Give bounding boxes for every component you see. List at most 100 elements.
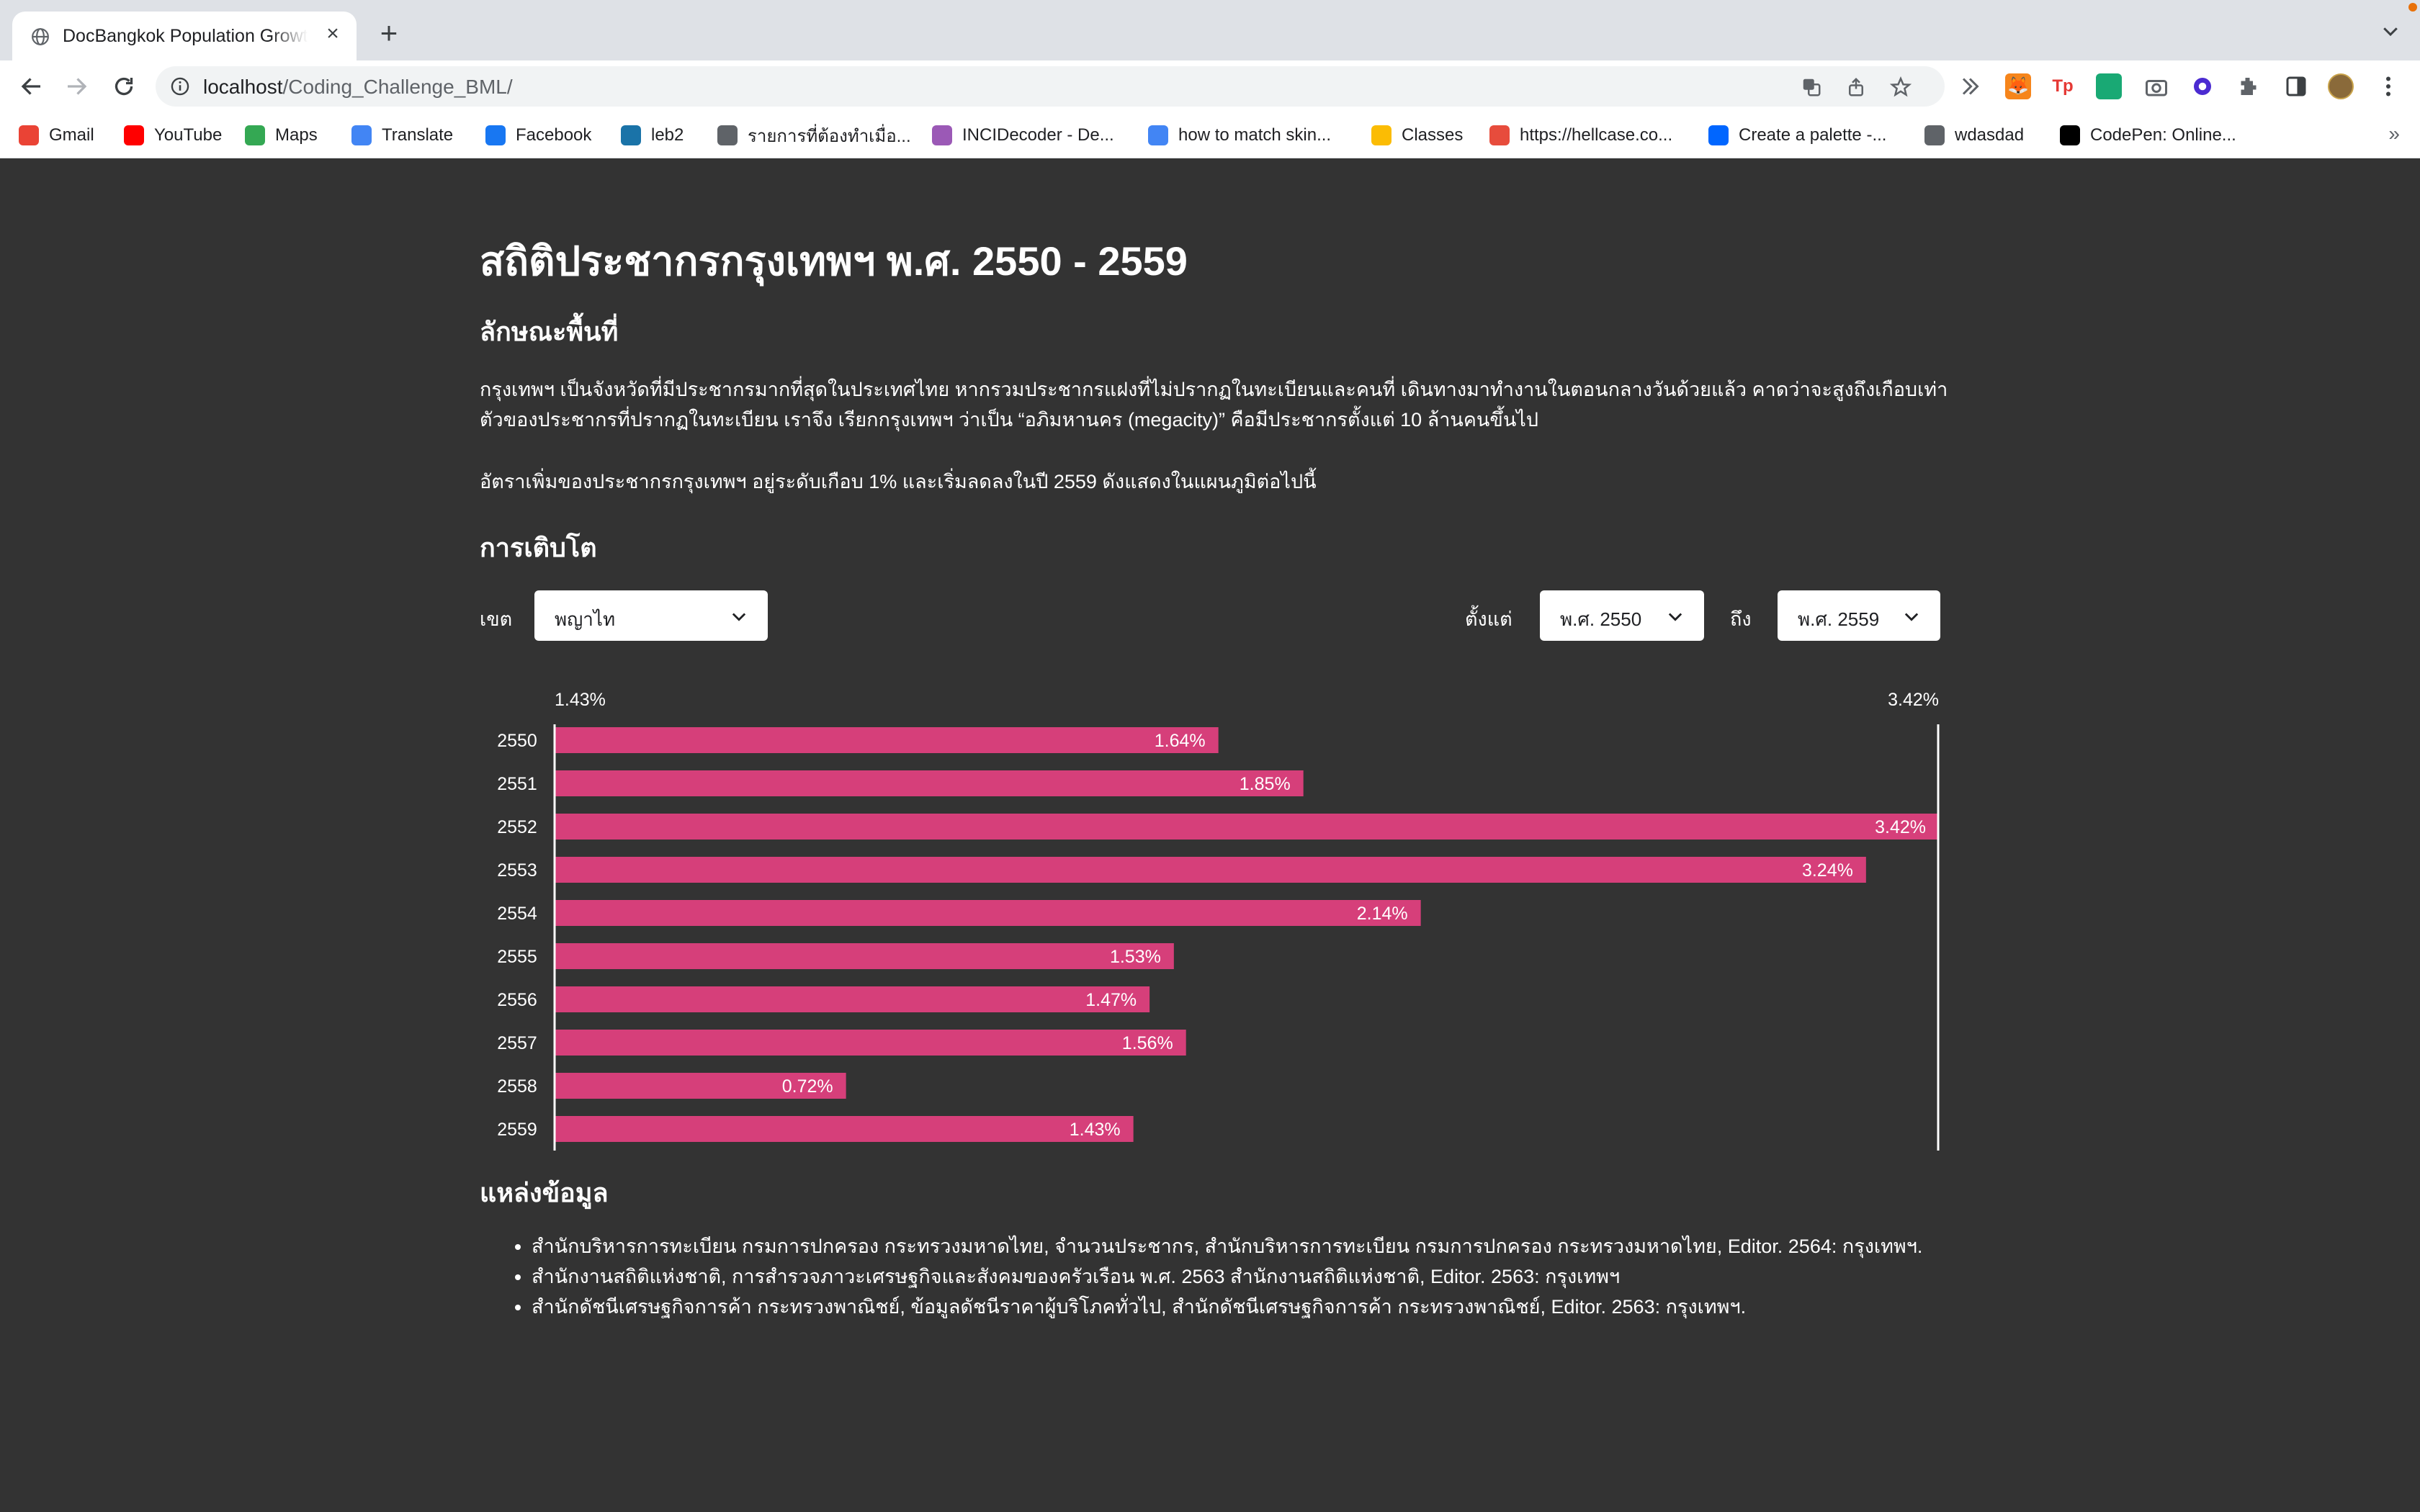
district-label: เขต — [480, 608, 513, 630]
bookmark-item[interactable]: Facebook — [485, 122, 591, 148]
page-content: สถิติประชากรกรุงเทพฯ พ.ศ. 2550 - 2559 ลั… — [0, 158, 2420, 1512]
share-icon[interactable] — [1845, 76, 1867, 98]
year-label: 2553 — [497, 860, 537, 881]
hellcase-icon — [1489, 125, 1510, 145]
bookmarks-bar: Gmail YouTube Maps Translate Facebook leb2 ราย… — [0, 112, 2420, 158]
classroom-icon — [1371, 125, 1392, 145]
page-title: สถิติประชากรกรุงเทพฯ พ.ศ. 2550 - 2559 — [480, 238, 1188, 284]
source-item: สำนักบริหารการทะเบียน กรมการปกครอง กระทร… — [532, 1231, 1940, 1261]
tp-extension-icon[interactable]: Tp — [2050, 73, 2076, 99]
area-heading: ลักษณะพื้นที่ — [480, 317, 619, 346]
mail-extension-icon[interactable] — [2096, 73, 2122, 99]
extension-arrows-icon[interactable] — [1959, 73, 1985, 99]
sources-list: สำนักบริหารการทะเบียน กรมการปกครอง กระทร… — [480, 1231, 1940, 1322]
year-label: 2550 — [497, 731, 537, 751]
active-tab[interactable]: DocBangkok Population Growth × — [12, 12, 357, 60]
from-label: ตั้งแต่ — [1465, 608, 1512, 630]
close-tab-icon[interactable]: × — [322, 23, 344, 45]
site-info-icon[interactable] — [170, 76, 190, 96]
to-year-value: พ.ศ. 2559 — [1798, 608, 1880, 630]
leb2-icon — [621, 125, 641, 145]
bar-value-label: 1.85% — [1240, 774, 1291, 794]
district-select[interactable]: พญาไท — [534, 590, 768, 641]
translate-icon — [351, 125, 372, 145]
axis-max-label: 3.42% — [1888, 690, 1939, 710]
bar-value-label: 1.53% — [1110, 947, 1161, 967]
year-label: 2551 — [497, 774, 537, 794]
forward-arrow-icon[interactable] — [63, 73, 89, 99]
bar — [555, 814, 1939, 840]
bookmark-item[interactable]: https://hellcase.co... — [1489, 122, 1672, 148]
axis-min-label: 1.43% — [555, 690, 606, 710]
bookmark-label: INCIDecoder - De... — [962, 125, 1114, 145]
bar — [555, 770, 1304, 796]
bookmark-item[interactable]: wdasdad — [1924, 122, 2024, 148]
more-menu-icon[interactable] — [2375, 73, 2401, 99]
bookmark-label: YouTube — [154, 125, 223, 145]
bookmark-item[interactable]: leb2 — [621, 122, 684, 148]
bookmark-item[interactable]: Create a palette -... — [1708, 122, 1886, 148]
bookmark-item[interactable]: YouTube — [124, 122, 222, 148]
bookmark-label: Maps — [275, 125, 318, 145]
bookmark-label: Translate — [382, 125, 454, 145]
year-label: 2558 — [497, 1076, 537, 1097]
bar — [555, 727, 1219, 753]
bar-value-label: 0.72% — [782, 1076, 833, 1097]
to-year-select[interactable]: พ.ศ. 2559 — [1778, 590, 1940, 641]
address-bar[interactable]: localhost/Coding_Challenge_BML/ — [156, 66, 1945, 107]
google-icon — [1148, 125, 1168, 145]
bookmark-label: leb2 — [651, 125, 684, 145]
translate-page-icon[interactable] — [1801, 76, 1822, 98]
tab-title: DocBangkok Population Growth — [63, 26, 308, 46]
tab-search-chevron-icon[interactable] — [2380, 20, 2401, 42]
from-year-select[interactable]: พ.ศ. 2550 — [1540, 590, 1704, 641]
bookmarks-overflow-icon[interactable]: » — [2388, 122, 2400, 145]
codepen-icon — [2060, 125, 2080, 145]
bar — [555, 900, 1421, 926]
puzzle-extensions-icon[interactable] — [2236, 73, 2262, 99]
year-label: 2559 — [497, 1120, 537, 1140]
facebook-icon — [485, 125, 506, 145]
side-panel-icon[interactable] — [2283, 73, 2309, 99]
camera-icon[interactable] — [2143, 73, 2169, 99]
bookmark-label: Facebook — [516, 125, 592, 145]
bookmark-label: Classes — [1402, 125, 1464, 145]
bar — [555, 1116, 1134, 1142]
bookmark-label: Create a palette -... — [1739, 125, 1887, 145]
notification-dot-icon — [2408, 3, 2417, 12]
maps-icon — [245, 125, 265, 145]
bookmark-star-icon[interactable] — [1890, 76, 1912, 98]
bookmark-item[interactable]: CodePen: Online... — [2060, 122, 2236, 148]
bar-value-label: 3.24% — [1802, 860, 1853, 881]
metamask-icon[interactable]: 🦊 — [2005, 73, 2031, 99]
bookmark-item[interactable]: Classes — [1371, 122, 1463, 148]
bar-value-label: 2.14% — [1357, 904, 1408, 924]
tab-strip: DocBangkok Population Growth × + — [0, 0, 2420, 60]
year-label: 2557 — [497, 1033, 537, 1053]
chevron-down-icon — [732, 613, 746, 621]
bookmark-item[interactable]: Maps — [245, 122, 318, 148]
year-label: 2552 — [497, 817, 537, 837]
profile-avatar[interactable] — [2328, 73, 2354, 99]
bookmark-item[interactable]: INCIDecoder - De... — [932, 122, 1114, 148]
bookmark-item[interactable]: Gmail — [19, 122, 94, 148]
bookmark-item[interactable]: Translate — [351, 122, 453, 148]
bookmark-label: wdasdad — [1955, 125, 2025, 145]
url-text: localhost/Coding_Challenge_BML/ — [203, 76, 513, 99]
globe-icon — [32, 28, 49, 45]
bookmark-item[interactable]: how to match skin... — [1148, 122, 1331, 148]
source-item: สำนักงานสถิติแห่งชาติ, การสำรวจภาวะเศรษฐ… — [532, 1261, 1940, 1292]
source-item: สำนักดัชนีเศรษฐกิจการค้า กระทรวงพาณิชย์,… — [532, 1292, 1940, 1322]
to-label: ถึง — [1730, 608, 1752, 630]
bar — [555, 986, 1150, 1012]
bookmark-label: how to match skin... — [1178, 125, 1332, 145]
youtube-icon — [124, 125, 144, 145]
back-arrow-icon[interactable] — [19, 73, 45, 99]
bookmark-item[interactable]: รายการที่ต้องทำเมื่อ... — [717, 122, 911, 148]
new-tab-icon[interactable]: + — [375, 18, 403, 48]
bar — [555, 1030, 1186, 1056]
circle-extension-icon[interactable] — [2190, 73, 2215, 99]
bookmark-label: Gmail — [49, 125, 94, 145]
reload-icon[interactable] — [111, 73, 137, 99]
incidecoder-icon — [932, 125, 952, 145]
